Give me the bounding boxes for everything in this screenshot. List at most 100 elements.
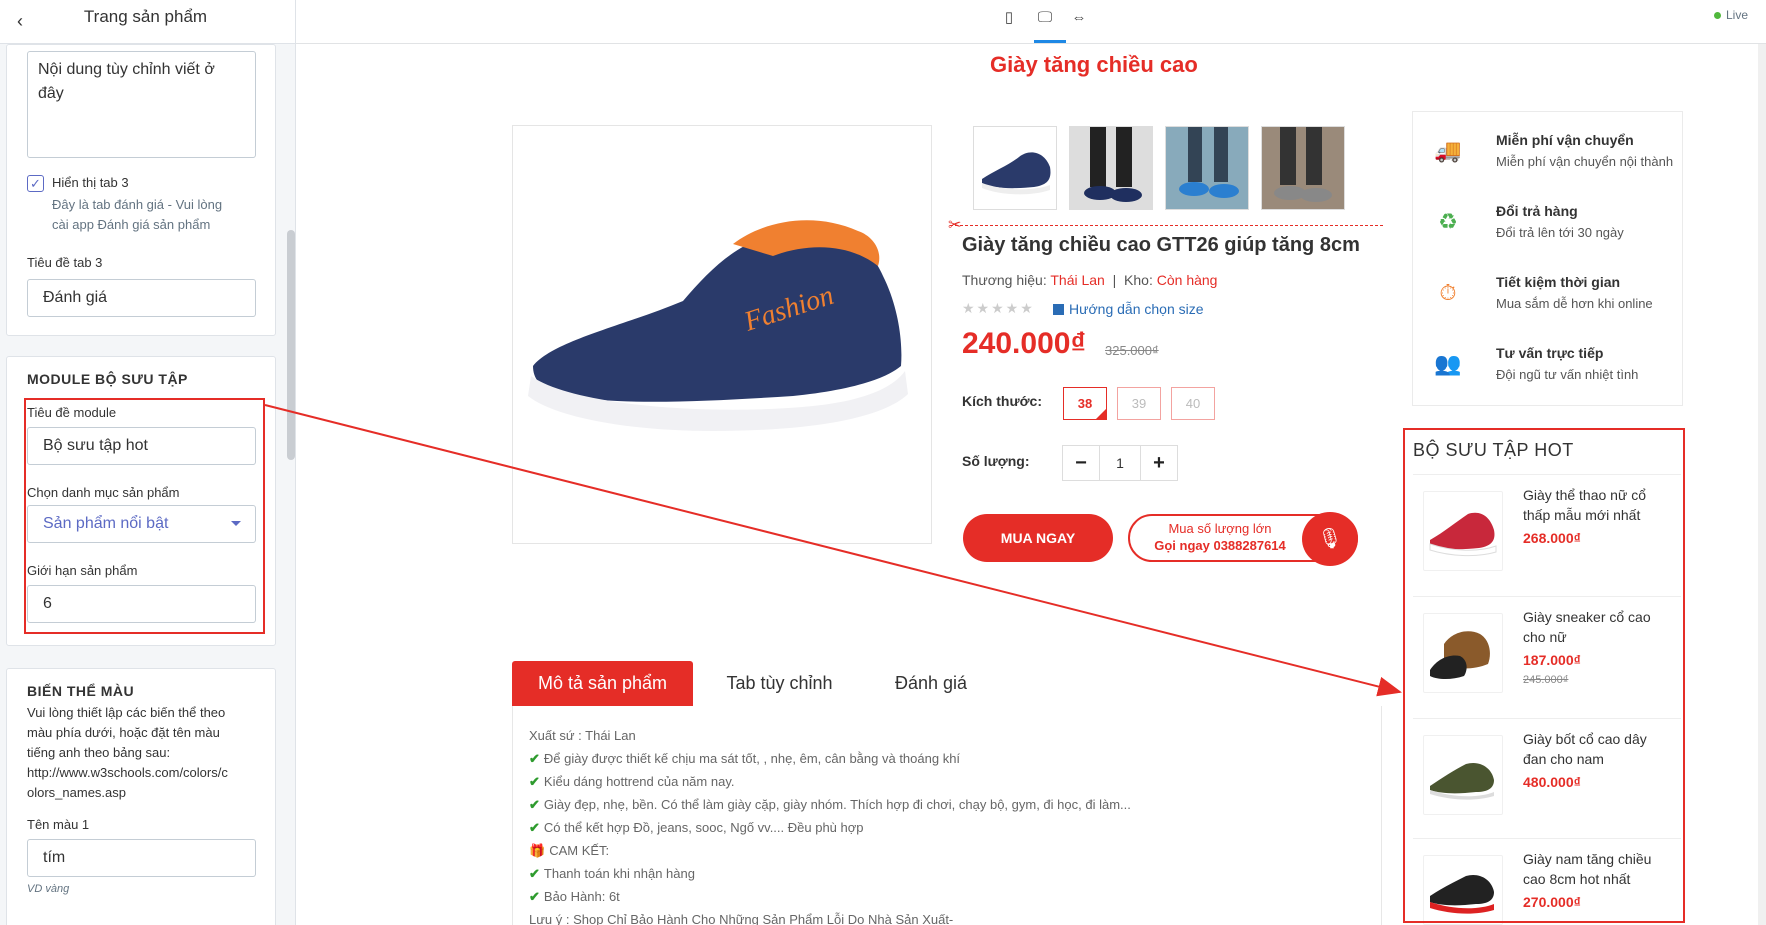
- color1-hint: VD vàng: [27, 883, 70, 895]
- desc-text: Có thể kết hợp Đồ, jeans, sooc, Ngố vv..…: [543, 820, 864, 835]
- bulk-order-phone: Gọi ngay 0388287614: [1154, 538, 1286, 553]
- tabs-settings-card: Nội dung tùy chỉnh viết ở đây ✓ Hiển thị…: [6, 44, 276, 336]
- sidebar-title: Trang sản phẩm: [83, 7, 208, 26]
- desc-text: Để giày được thiết kế chịu ma sát tốt, ,…: [543, 751, 961, 766]
- size-guide-label: Hướng dẫn chọn size: [1069, 301, 1204, 317]
- fullscreen-icon[interactable]: ⇔: [1067, 6, 1091, 30]
- variant-help-2: màu phía dưới, hoặc đặt tên màu: [27, 725, 220, 740]
- product-tabs: Mô tả sản phẩm Tab tùy chỉnh Đánh giá: [512, 661, 1382, 706]
- tab3-checkbox[interactable]: ✓: [27, 175, 44, 192]
- tab3-help-line2: cài app Đánh giá sản phẩm: [52, 217, 211, 232]
- custom-text-textarea[interactable]: Nội dung tùy chỉnh viết ở đây: [27, 51, 256, 158]
- product-price: 240.000₫: [962, 327, 1086, 360]
- service-desc: Mua sắm dễ hơn khi online: [1496, 296, 1653, 311]
- check-icon: ✔: [529, 797, 540, 812]
- check-icon: ✔: [529, 774, 540, 789]
- brand-link[interactable]: Thái Lan: [1050, 272, 1104, 288]
- live-status: Live: [1713, 8, 1748, 22]
- desc-text: Bảo Hành: 6t: [543, 889, 620, 904]
- mobile-icon[interactable]: ▯: [997, 6, 1021, 30]
- minus-icon[interactable]: −: [1063, 446, 1099, 480]
- plus-icon[interactable]: +: [1141, 446, 1177, 480]
- color1-input[interactable]: tím: [27, 839, 256, 877]
- product-name: Giày tăng chiều cao GTT26 giúp tăng 8cm: [962, 234, 1360, 256]
- desc-line: ✔ Thanh toán khi nhận hàng: [529, 866, 695, 882]
- desc-text: Thanh toán khi nhận hàng: [543, 866, 695, 881]
- size-option[interactable]: 40: [1171, 387, 1215, 420]
- highlight-box-module-settings: [24, 398, 265, 634]
- service-desc: Miễn phí vận chuyển nội thành: [1496, 154, 1674, 169]
- service-policies: 🚚 Miễn phí vận chuyển Miễn phí vận chuyể…: [1412, 111, 1683, 406]
- variant-help-1: Vui lòng thiết lập các biến thể theo: [27, 705, 226, 720]
- product-meta: Thương hiệu: Thái Lan | Kho: Còn hàng: [962, 272, 1217, 288]
- thumbnail-2[interactable]: [1069, 126, 1153, 210]
- module-collection-heading: MODULE BỘ SƯU TẬP: [27, 371, 188, 387]
- service-title: Tư vấn trực tiếp: [1496, 345, 1604, 361]
- active-device-indicator: [1034, 40, 1066, 43]
- clock-icon: ⏱: [1439, 280, 1457, 305]
- variant-help-5: olors_names.asp: [27, 785, 126, 800]
- check-icon: ✔: [529, 889, 540, 904]
- book-icon: [1053, 304, 1064, 315]
- thumbnail-4[interactable]: [1261, 126, 1345, 210]
- stock-label: Kho:: [1124, 272, 1153, 288]
- desc-line: Lưu ý : Shop Chỉ Bảo Hành Cho Những Sản …: [529, 912, 954, 925]
- tab-custom[interactable]: Tab tùy chỉnh: [702, 661, 857, 706]
- service-desc: Đổi trả lên tới 30 ngày: [1496, 225, 1624, 240]
- tab3-help-line1: Đây là tab đánh giá - Vui lòng: [52, 197, 223, 212]
- tab-description[interactable]: Mô tả sản phẩm: [512, 661, 693, 706]
- desc-line: ✔ Kiểu dáng hottrend của năm nay.: [529, 774, 734, 790]
- quantity-stepper: − 1 +: [1062, 445, 1178, 481]
- service-desc: Đội ngũ tư vấn nhiệt tình: [1496, 367, 1639, 382]
- service-title: Miễn phí vận chuyển: [1496, 132, 1634, 148]
- desc-line: ✔ Bảo Hành: 6t: [529, 889, 620, 905]
- desktop-icon[interactable]: 🖵: [1033, 6, 1057, 30]
- brand-label: Thương hiệu:: [962, 272, 1047, 288]
- product-main-image[interactable]: Fashion: [512, 125, 932, 544]
- desc-line: 🎁 CAM KẾT:: [529, 843, 609, 859]
- desc-line: ✔ Giày đẹp, nhẹ, bền. Có thể làm giày cặp…: [529, 797, 1131, 813]
- stock-status: Còn hàng: [1156, 272, 1218, 288]
- sidebar-scrollbar[interactable]: [287, 230, 295, 460]
- size-option[interactable]: 38: [1063, 387, 1107, 420]
- quantity-input[interactable]: 1: [1099, 446, 1141, 480]
- gift-icon: 🎁: [529, 843, 546, 858]
- buy-now-button[interactable]: MUA NGAY: [963, 514, 1113, 562]
- desc-text: CAM KẾT:: [549, 843, 610, 858]
- check-icon: ✔: [529, 751, 540, 766]
- size-label: Kích thước:: [962, 393, 1042, 409]
- thumbnail-3[interactable]: [1165, 126, 1249, 210]
- desc-text: Kiểu dáng hottrend của năm nay.: [543, 774, 735, 789]
- support-icon: 👥: [1434, 351, 1462, 376]
- highlight-box-hot-collection: [1403, 428, 1685, 923]
- live-label: Live: [1725, 8, 1748, 22]
- tab3-title-label: Tiêu đề tab 3: [27, 255, 103, 270]
- service-title: Tiết kiệm thời gian: [1496, 274, 1621, 290]
- rating-stars-icon[interactable]: ★★★★★: [962, 300, 1035, 317]
- dashed-divider: [950, 225, 1383, 226]
- refresh-icon: ♻: [1438, 209, 1458, 234]
- sidebar-header: ‹ Trang sản phẩm: [0, 0, 295, 44]
- color-variant-card: BIẾN THỂ MÀU Vui lòng thiết lập các biến…: [6, 668, 276, 925]
- quantity-label: Số lượng:: [962, 453, 1030, 469]
- thumbnail-1[interactable]: [973, 126, 1057, 210]
- tab3-title-input[interactable]: Đánh giá: [27, 279, 256, 317]
- microphone-icon[interactable]: 🎙: [1302, 512, 1358, 566]
- service-title: Đổi trả hàng: [1496, 203, 1578, 219]
- preview-toolbar: ▯ 🖵 ⇔ Live: [296, 0, 1766, 44]
- desc-line: ✔ Có thể kết hợp Đồ, jeans, sooc, Ngố vv.…: [529, 820, 864, 836]
- size-option[interactable]: 39: [1117, 387, 1161, 420]
- desc-text: Giày đẹp, nhẹ, bền. Có thể làm giày cặp,…: [543, 797, 1131, 812]
- desc-line: Xuất sứ : Thái Lan: [529, 728, 636, 743]
- preview-scrollbar[interactable]: [1758, 44, 1766, 925]
- size-guide-link[interactable]: Hướng dẫn chọn size: [1053, 301, 1204, 317]
- product-old-price: 325.000₫: [1105, 343, 1159, 358]
- tab-reviews[interactable]: Đánh giá: [867, 661, 995, 706]
- bulk-order-line1: Mua số lượng lớn: [1168, 521, 1272, 536]
- desc-line: ✔ Để giày được thiết kế chịu ma sát tốt, …: [529, 751, 960, 767]
- check-icon: ✔: [529, 820, 540, 835]
- live-dot-icon: [1713, 12, 1721, 20]
- meta-separator: |: [1112, 272, 1117, 288]
- truck-icon: 🚚: [1434, 138, 1462, 163]
- check-icon: ✔: [529, 866, 540, 881]
